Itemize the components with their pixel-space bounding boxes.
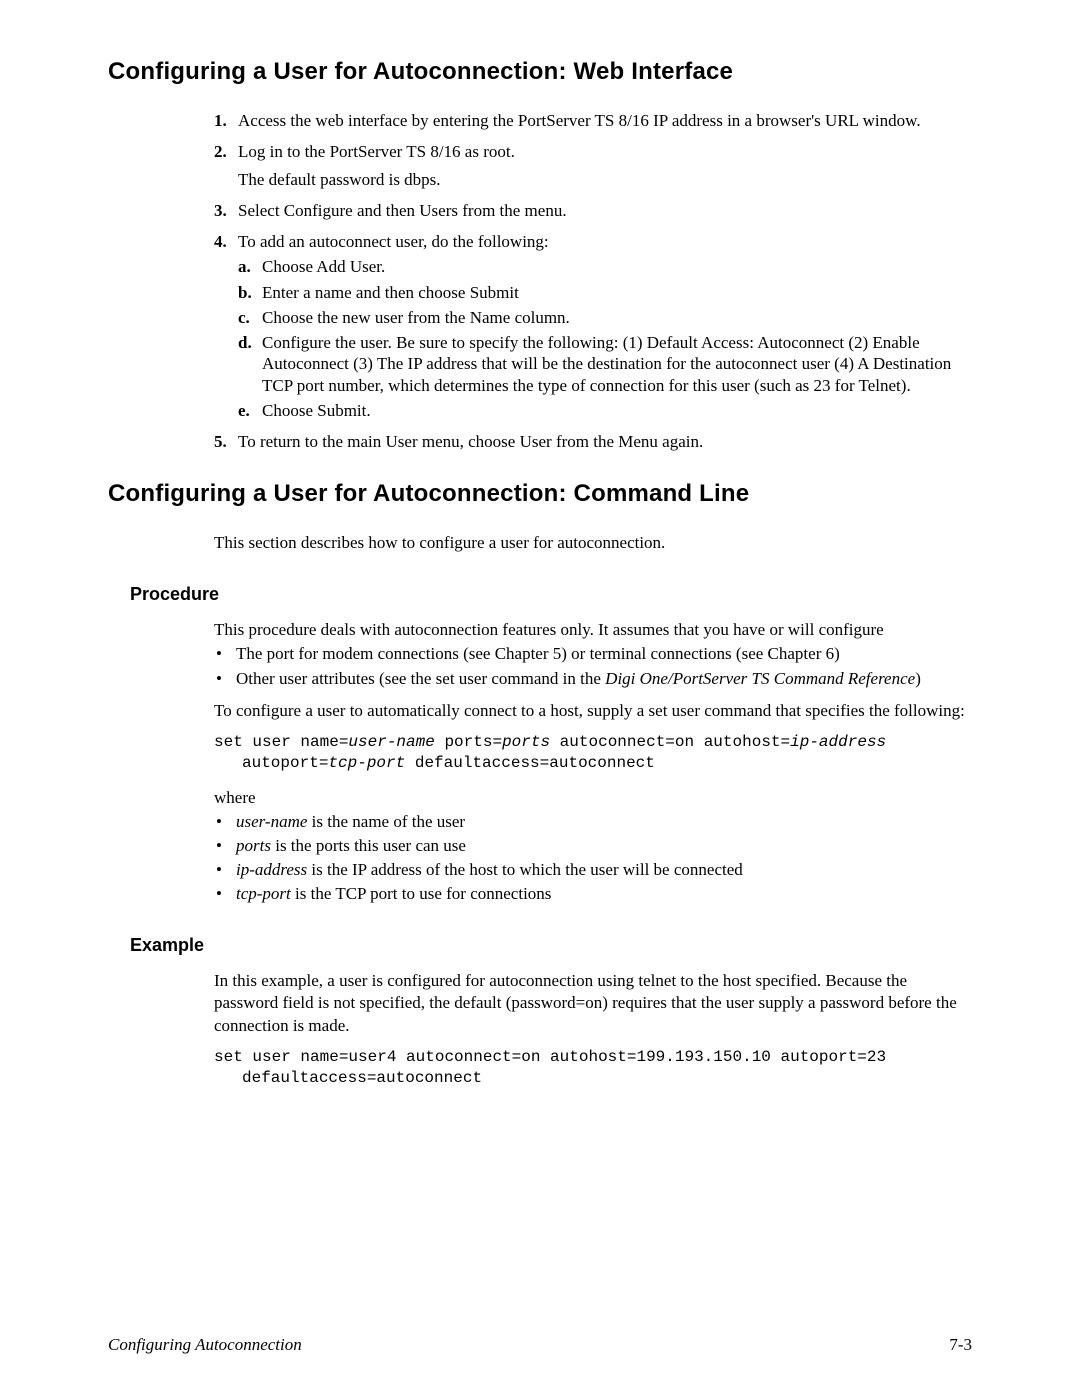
code-arg: user-name (348, 733, 434, 751)
where-term: user-name (236, 812, 307, 831)
substep-text: Choose Submit. (262, 401, 371, 420)
step-marker: 3. (214, 200, 227, 221)
step-text: Log in to the PortServer TS 8/16 as root… (238, 142, 515, 161)
intro-text: This section describes how to configure … (214, 532, 972, 554)
substep-text: Enter a name and then choose Submit (262, 283, 519, 302)
substep-marker: c. (238, 307, 250, 328)
where-rest: is the IP address of the host to which t… (307, 860, 743, 879)
code-line-2: defaultaccess=autoconnect (214, 1068, 482, 1090)
heading-web-interface: Configuring a User for Autoconnection: W… (108, 58, 972, 86)
step-text: Access the web interface by entering the… (238, 111, 921, 130)
substep-marker: e. (238, 400, 250, 421)
code-seg: autoconnect=on autohost= (550, 733, 790, 751)
step-1: 1. Access the web interface by entering … (214, 110, 972, 131)
code-seg: ports= (435, 733, 502, 751)
assumption-2-pre: Other user attributes (see the set user … (236, 669, 605, 688)
code-arg: tcp-port (328, 754, 405, 772)
step-text: Select Configure and then Users from the… (238, 201, 567, 220)
where-term: tcp-port (236, 884, 291, 903)
step-text: To return to the main User menu, choose … (238, 432, 703, 451)
step-marker: 5. (214, 431, 227, 452)
step-3: 3. Select Configure and then Users from … (214, 200, 972, 221)
assumption-2-post: ) (915, 669, 921, 688)
substep-b: b. Enter a name and then choose Submit (238, 282, 972, 303)
step-4: 4. To add an autoconnect user, do the fo… (214, 231, 972, 421)
example-body: In this example, a user is configured fo… (214, 970, 972, 1089)
section2-intro: This section describes how to configure … (214, 532, 972, 554)
heading-command-line: Configuring a User for Autoconnection: C… (108, 480, 972, 508)
document-page: Configuring a User for Autoconnection: W… (0, 0, 1080, 1397)
substep-c: c. Choose the new user from the Name col… (238, 307, 972, 328)
example-text: In this example, a user is configured fo… (214, 970, 972, 1036)
assumption-2: Other user attributes (see the set user … (214, 668, 972, 690)
substep-marker: b. (238, 282, 252, 303)
step-marker: 1. (214, 110, 227, 131)
substep-text: Configure the user. Be sure to specify t… (262, 333, 951, 395)
code-seg: autoport= (242, 754, 328, 772)
where-item-1: user-name is the name of the user (214, 811, 972, 833)
procedure-command: set user name=user-name ports=ports auto… (214, 732, 972, 775)
substep-marker: a. (238, 256, 251, 277)
example-command: set user name=user4 autoconnect=on autoh… (214, 1047, 972, 1090)
procedure-p2: To configure a user to automatically con… (214, 700, 972, 722)
procedure-heading: Procedure (130, 584, 972, 605)
substep-marker: d. (238, 332, 252, 353)
where-label: where (214, 787, 972, 809)
example-heading: Example (130, 935, 972, 956)
step-2-extra: The default password is dbps. (238, 169, 972, 190)
substep-d: d. Configure the user. Be sure to specif… (238, 332, 972, 396)
page-footer: Configuring Autoconnection 7-3 (108, 1335, 972, 1355)
web-steps-list: 1. Access the web interface by entering … (214, 110, 972, 452)
step-marker: 2. (214, 141, 227, 162)
where-rest: is the TCP port to use for connections (291, 884, 552, 903)
where-term: ip-address (236, 860, 307, 879)
code-seg: defaultaccess=autoconnect (405, 754, 655, 772)
footer-title: Configuring Autoconnection (108, 1335, 302, 1355)
footer-page-number: 7-3 (949, 1335, 972, 1355)
where-term: ports (236, 836, 271, 855)
step-2: 2. Log in to the PortServer TS 8/16 as r… (214, 141, 972, 190)
assumption-1: The port for modem connections (see Chap… (214, 643, 972, 665)
where-item-2: ports is the ports this user can use (214, 835, 972, 857)
where-item-4: tcp-port is the TCP port to use for conn… (214, 883, 972, 905)
code-arg: ip-address (790, 733, 886, 751)
substeps-list: a. Choose Add User. b. Enter a name and … (238, 256, 972, 421)
substep-a: a. Choose Add User. (238, 256, 972, 277)
where-list: user-name is the name of the user ports … (214, 811, 972, 905)
code-seg: set user name= (214, 733, 348, 751)
where-rest: is the name of the user (307, 812, 465, 831)
step-marker: 4. (214, 231, 227, 252)
substep-text: Choose the new user from the Name column… (262, 308, 570, 327)
procedure-intro: This procedure deals with autoconnection… (214, 619, 972, 641)
step-text: To add an autoconnect user, do the follo… (238, 232, 549, 251)
procedure-assumptions: The port for modem connections (see Chap… (214, 643, 972, 689)
assumption-2-em: Digi One/PortServer TS Command Reference (605, 669, 915, 688)
substep-text: Choose Add User. (262, 257, 385, 276)
code-arg: ports (502, 733, 550, 751)
section1-body: 1. Access the web interface by entering … (214, 110, 972, 452)
substep-e: e. Choose Submit. (238, 400, 972, 421)
where-rest: is the ports this user can use (271, 836, 466, 855)
step-5: 5. To return to the main User menu, choo… (214, 431, 972, 452)
where-item-3: ip-address is the IP address of the host… (214, 859, 972, 881)
code-line-1: set user name=user4 autoconnect=on autoh… (214, 1048, 886, 1066)
procedure-body: This procedure deals with autoconnection… (214, 619, 972, 905)
